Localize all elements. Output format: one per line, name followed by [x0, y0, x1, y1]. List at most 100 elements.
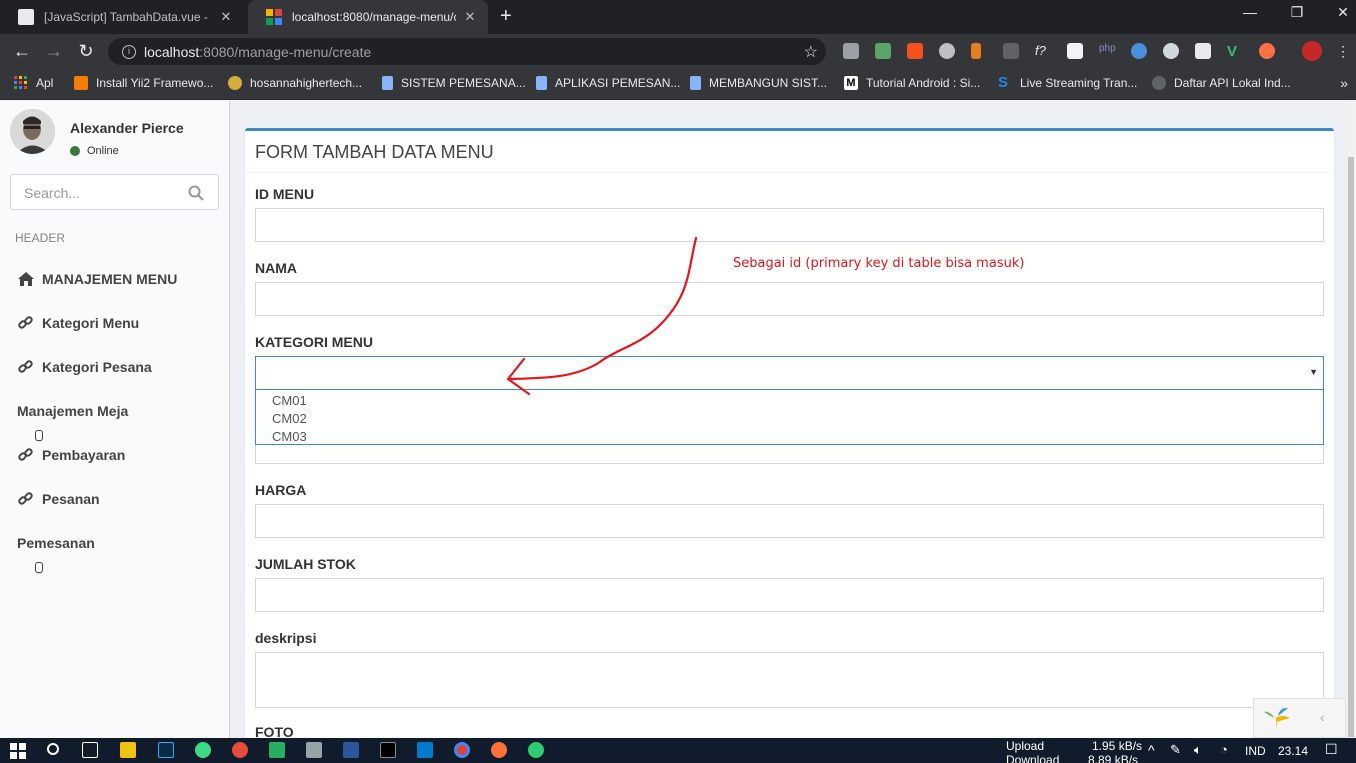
app-icon[interactable]	[528, 742, 544, 758]
sidebar-search[interactable]: Search...	[10, 174, 219, 210]
terminal-icon[interactable]	[380, 742, 396, 758]
link-icon	[18, 360, 33, 373]
extension-icon[interactable]	[1163, 43, 1179, 59]
vscode-icon[interactable]	[417, 742, 433, 758]
sidebar-item-pemesanan[interactable]: Pemesanan	[17, 535, 95, 573]
bookmark-hosanna[interactable]: hosannahighertech...	[228, 76, 362, 90]
windows-taskbar: Upload 1.95 kB/s Download 8.89 kB/s ^ ✎ …	[0, 738, 1356, 763]
upload-rate: 1.95 kB/s	[1092, 739, 1143, 753]
minimize-button[interactable]: —	[1238, 4, 1262, 20]
dropdown-option[interactable]: CM02	[272, 410, 1323, 428]
drive-icon[interactable]	[843, 43, 859, 59]
extension-icon[interactable]	[1131, 43, 1147, 59]
jumlah-stok-input[interactable]	[255, 578, 1324, 612]
tab-manage-menu[interactable]: localhost:8080/manage-menu/cr ✕	[248, 0, 488, 34]
extension-icon[interactable]	[1003, 43, 1019, 59]
bookmark-star-icon[interactable]: ☆	[804, 42, 818, 62]
sidebar-item-kategori-menu[interactable]: Kategori Menu	[17, 315, 139, 331]
jumlah-stok-label: JUMLAH STOK	[255, 556, 356, 572]
sidebar-item-manajemen-meja[interactable]: Manajemen Meja	[17, 403, 128, 441]
deskripsi-label: deskripsi	[255, 630, 317, 646]
notification-icon[interactable]: ☐	[1325, 741, 1338, 758]
reload-button[interactable]: ↻	[76, 41, 96, 61]
harga-input[interactable]	[255, 504, 1324, 538]
app-icon[interactable]	[232, 742, 248, 758]
bookmark-live-streaming[interactable]: S Live Streaming Tran...	[998, 75, 1137, 90]
apps-grid-icon	[14, 76, 27, 89]
tab-title: localhost:8080/manage-menu/cr	[292, 10, 456, 24]
android-studio-icon[interactable]	[195, 742, 211, 758]
bookmark-membangun[interactable]: MEMBANGUN SIST...	[690, 76, 827, 90]
chevron-up-icon[interactable]: ^	[1148, 742, 1155, 758]
globe-icon	[1152, 76, 1166, 90]
nama-input[interactable]	[255, 282, 1324, 316]
chevron-left-icon[interactable]: ‹	[1320, 709, 1325, 725]
extension-icon[interactable]	[1195, 43, 1211, 59]
dropdown-option[interactable]: CM03	[272, 428, 1323, 446]
bookmark-sistem[interactable]: SISTEM PEMESANA...	[382, 76, 526, 90]
chevron-down-icon[interactable]: ▼	[1309, 367, 1318, 377]
file-explorer-icon[interactable]	[120, 742, 136, 758]
sidebar-item-manajemen-menu[interactable]: MANAJEMEN MENU	[17, 271, 177, 287]
upload-label: Upload	[1006, 739, 1045, 753]
task-view-icon[interactable]	[82, 742, 98, 758]
bookmark-aplikasi[interactable]: APLIKASI PEMESAN...	[536, 76, 680, 90]
pen-extension-icon[interactable]	[875, 43, 891, 59]
dropdown-option[interactable]: CM01	[272, 392, 1323, 410]
volume-icon[interactable]: 🔈︎	[1194, 742, 1202, 758]
sidebar-item-pembayaran[interactable]: Pembayaran	[17, 447, 125, 463]
close-window-button[interactable]: ✕	[1331, 4, 1355, 21]
function-icon[interactable]: f?	[1035, 43, 1051, 59]
info-icon[interactable]: i	[122, 44, 136, 59]
clock[interactable]: 23.14	[1278, 744, 1308, 758]
extension-icon[interactable]	[907, 43, 923, 59]
sidebar: Alexander Pierce Online Search... HEADER…	[0, 101, 230, 738]
search-icon[interactable]	[47, 743, 59, 755]
extension-icon[interactable]	[1259, 43, 1275, 59]
forward-button[interactable]: →	[44, 41, 64, 61]
pen-icon[interactable]: ✎	[1170, 742, 1181, 758]
app-icon[interactable]	[306, 742, 322, 758]
scrollbar-thumb[interactable]	[1348, 157, 1354, 737]
close-icon[interactable]: ✕	[218, 9, 234, 25]
bookmark-daftar-api[interactable]: Daftar API Lokal Ind...	[1152, 76, 1291, 90]
bookmark-tutorial[interactable]: M Tutorial Android : Si...	[844, 76, 980, 90]
sidebar-item-kategori-pesana[interactable]: Kategori Pesana	[17, 359, 152, 375]
gear-icon[interactable]	[939, 43, 955, 59]
search-input[interactable]: Search...	[24, 185, 80, 201]
word-icon[interactable]	[343, 742, 359, 758]
new-tab-button[interactable]: +	[500, 5, 512, 28]
address-bar[interactable]: i localhost:8080/manage-menu/create ☆	[108, 38, 826, 65]
restore-button[interactable]: ❐	[1285, 4, 1309, 21]
close-icon[interactable]: ✕	[462, 9, 478, 25]
bookmark-yii2[interactable]: Install Yii2 Framewo...	[74, 76, 213, 90]
page-scrollbar[interactable]	[1346, 101, 1356, 738]
windows-start-icon[interactable]	[10, 743, 26, 759]
photoshop-icon[interactable]	[158, 742, 174, 758]
document-icon	[382, 76, 393, 90]
sidebar-item-pesanan[interactable]: Pesanan	[17, 491, 100, 507]
back-button[interactable]: ←	[12, 41, 32, 61]
app-icon[interactable]	[269, 742, 285, 758]
download-rate: 8.89 kB/s	[1088, 753, 1139, 763]
network-icon[interactable]: ◔	[1220, 742, 1228, 757]
chrome-icon[interactable]	[454, 742, 470, 758]
language-indicator[interactable]: IND	[1245, 744, 1266, 758]
extension-icon[interactable]	[971, 43, 981, 59]
search-icon[interactable]	[188, 185, 204, 201]
vue-devtools-icon[interactable]: V	[1227, 43, 1243, 60]
id-menu-input[interactable]	[255, 208, 1324, 242]
kategori-menu-select[interactable]: ▼	[255, 356, 1324, 390]
firefox-icon[interactable]	[491, 742, 507, 758]
tab-tambahdata[interactable]: [JavaScript] TambahData.vue - Pa ✕	[0, 0, 244, 34]
deskripsi-textarea[interactable]	[255, 652, 1324, 708]
more-bookmarks-icon[interactable]: »	[1340, 75, 1348, 91]
profile-avatar[interactable]	[1302, 41, 1322, 61]
menu-dots-icon[interactable]: ⋮	[1336, 43, 1352, 59]
extension-icon[interactable]	[1067, 43, 1083, 59]
nama-label: NAMA	[255, 260, 297, 276]
kategori-menu-label: KATEGORI MENU	[255, 334, 373, 350]
php-icon[interactable]: php	[1099, 43, 1116, 59]
bookmark-apps[interactable]: Apl	[14, 76, 53, 90]
yii-debug-toolbar[interactable]: ‹	[1253, 698, 1346, 738]
